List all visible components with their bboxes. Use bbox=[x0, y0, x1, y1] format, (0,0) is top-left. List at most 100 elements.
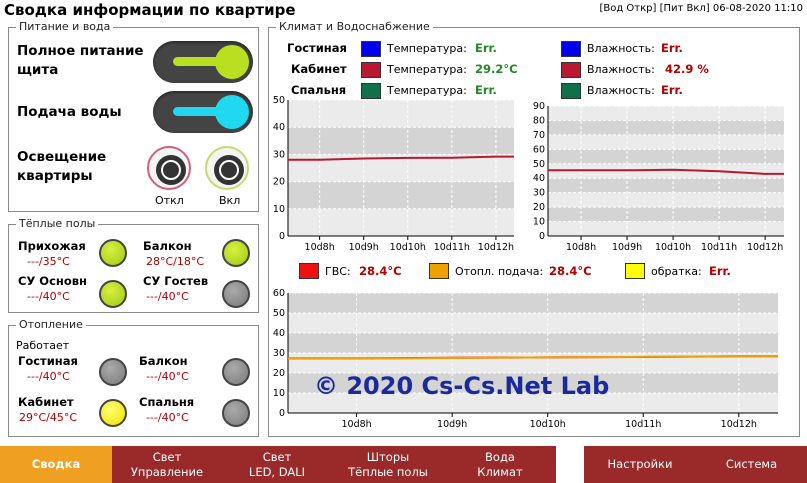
nav-light-led-dali[interactable]: Свет LED, DALI bbox=[222, 446, 332, 483]
nav-label: Шторы Тёплые полы bbox=[348, 449, 428, 479]
heating-room-name: Кабинет bbox=[18, 395, 74, 409]
nav-water-climate[interactable]: Вода Климат bbox=[444, 446, 556, 483]
power-water-legend: Питание и вода bbox=[16, 20, 114, 34]
light-label: Освещение квартиры bbox=[17, 149, 107, 184]
light-off-button[interactable] bbox=[147, 146, 191, 190]
light-on-caption: Вкл bbox=[219, 194, 241, 207]
nav-label: Настройки bbox=[607, 457, 673, 471]
water-toggle-knob bbox=[215, 95, 249, 129]
climate-room-name: Гостиная bbox=[287, 41, 347, 55]
x-tick-label: 10d8h bbox=[342, 419, 372, 430]
light-off-caption: Откл bbox=[155, 194, 184, 207]
nav-curtains-floors[interactable]: Шторы Тёплые полы bbox=[332, 446, 444, 483]
floor-status-led[interactable] bbox=[99, 239, 127, 267]
y-tick-label: 30 bbox=[533, 188, 545, 199]
x-tick-label: 10d10h bbox=[530, 419, 566, 430]
temp-label: Температура: bbox=[387, 42, 467, 55]
return-label: обратка: bbox=[651, 265, 702, 278]
warm-floors-panel: Тёплые полы Прихожая ---/35°C Балкон 28°… bbox=[8, 217, 259, 313]
power-toggle-knob bbox=[215, 45, 249, 79]
warm-floors-legend: Тёплые полы bbox=[16, 217, 99, 231]
nav-summary[interactable]: Сводка bbox=[0, 446, 112, 483]
y-tick-label: 30 bbox=[273, 348, 285, 359]
grid-band bbox=[548, 207, 784, 222]
water-label: Подача воды bbox=[17, 104, 122, 120]
y-tick-label: 20 bbox=[273, 368, 285, 379]
temp-label: Температура: bbox=[387, 63, 467, 76]
power-toggle[interactable] bbox=[153, 41, 253, 83]
x-tick-label: 10d11h bbox=[434, 242, 470, 253]
temp-value: 29.2°C bbox=[475, 62, 518, 76]
temperature-chart: 0 10 20 30 40 50 10d8h 10d9h 10d10h 10d11h 10d12h bbox=[273, 95, 514, 253]
return-color-swatch bbox=[625, 263, 645, 279]
nav-label: Вода Климат bbox=[477, 449, 523, 479]
climate-legend: Климат и Водоснабжение bbox=[276, 20, 433, 34]
grid-band bbox=[288, 333, 778, 353]
heating-panel: Отопление Работает Гостиная ---/40°C Бал… bbox=[8, 318, 259, 437]
y-tick-label: 0 bbox=[279, 231, 285, 242]
floor-status-led[interactable] bbox=[99, 280, 127, 308]
y-tick-label: 30 bbox=[273, 149, 285, 160]
heating-status-led[interactable] bbox=[99, 358, 127, 386]
climate-room-name: Кабинет bbox=[291, 62, 347, 76]
y-tick-label: 70 bbox=[533, 130, 545, 141]
heating-status-led[interactable] bbox=[222, 399, 250, 427]
power-off-icon bbox=[156, 155, 186, 185]
nav-label: Свет Управление bbox=[130, 449, 204, 479]
hum-color-swatch bbox=[561, 62, 581, 78]
hum-value: 42.9 % bbox=[665, 62, 709, 76]
gvs-color-swatch bbox=[299, 263, 319, 279]
hum-value: Err. bbox=[661, 41, 683, 55]
gvs-value: 28.4°C bbox=[359, 264, 402, 278]
floor-room-name: СУ Основн bbox=[18, 274, 87, 288]
grid-band bbox=[288, 181, 514, 209]
floor-room-name: Балкон bbox=[143, 239, 192, 253]
nav-label: Свет LED, DALI bbox=[248, 449, 306, 479]
y-tick-label: 50 bbox=[273, 308, 285, 319]
nav-light-control[interactable]: Свет Управление bbox=[112, 446, 222, 483]
hum-label: Влажность: bbox=[587, 63, 655, 76]
heating-room-name: Гостиная bbox=[18, 354, 78, 368]
y-tick-label: 10 bbox=[273, 204, 285, 215]
temp-color-swatch bbox=[361, 62, 381, 78]
x-tick-label: 10d12h bbox=[478, 242, 514, 253]
heating-room-name: Балкон bbox=[139, 354, 188, 368]
y-tick-label: 50 bbox=[273, 95, 285, 106]
nav-settings[interactable]: Настройки bbox=[584, 446, 696, 483]
y-tick-label: 90 bbox=[533, 101, 545, 112]
temp-color-swatch bbox=[361, 41, 381, 57]
nav-label: Сводка bbox=[31, 457, 81, 471]
supply-label: Отопл. подача: bbox=[455, 265, 544, 278]
x-tick-label: 10d9h bbox=[349, 242, 379, 253]
status-line: [Вод Откр] [Пит Вкл] 06-08-2020 11:10 bbox=[599, 3, 803, 14]
heating-room-temps: ---/40°C bbox=[27, 370, 70, 383]
heating-room-name: Спальня bbox=[139, 395, 195, 409]
nav-system[interactable]: Система bbox=[696, 446, 807, 483]
heating-status-led[interactable] bbox=[99, 399, 127, 427]
y-tick-label: 50 bbox=[533, 159, 545, 170]
floor-room-temps: ---/40°C bbox=[146, 290, 189, 303]
water-toggle[interactable] bbox=[153, 91, 253, 133]
water-temperature-chart: 0 10 20 30 40 50 60 10d8h 10d9h 10d10h 10d11h 10d12… bbox=[273, 288, 778, 430]
y-tick-label: 40 bbox=[273, 328, 285, 339]
heating-room-temps: ---/40°C bbox=[146, 370, 189, 383]
x-tick-label: 10d11h bbox=[701, 242, 737, 253]
y-tick-label: 20 bbox=[533, 202, 545, 213]
supply-color-swatch bbox=[429, 263, 449, 279]
x-tick-label: 10d11h bbox=[625, 419, 661, 430]
y-tick-label: 10 bbox=[533, 217, 545, 228]
heating-room-temps: ---/40°C bbox=[146, 411, 189, 424]
x-tick-label: 10d9h bbox=[612, 242, 642, 253]
y-tick-label: 80 bbox=[533, 115, 545, 126]
y-tick-label: 0 bbox=[539, 231, 545, 242]
floor-room-temps: ---/35°C bbox=[27, 255, 70, 268]
heating-status-led[interactable] bbox=[222, 358, 250, 386]
y-tick-label: 60 bbox=[533, 144, 545, 155]
heating-room-temps: 29°C/45°C bbox=[19, 411, 78, 424]
light-on-button[interactable] bbox=[205, 146, 249, 190]
grid-band bbox=[288, 127, 514, 155]
power-on-icon bbox=[214, 155, 244, 185]
humidity-chart: 0 10 20 30 40 50 60 70 80 90 10d8h 10d9h 10d10h 10d11… bbox=[533, 101, 784, 253]
floor-status-led[interactable] bbox=[222, 239, 250, 267]
floor-status-led[interactable] bbox=[222, 280, 250, 308]
